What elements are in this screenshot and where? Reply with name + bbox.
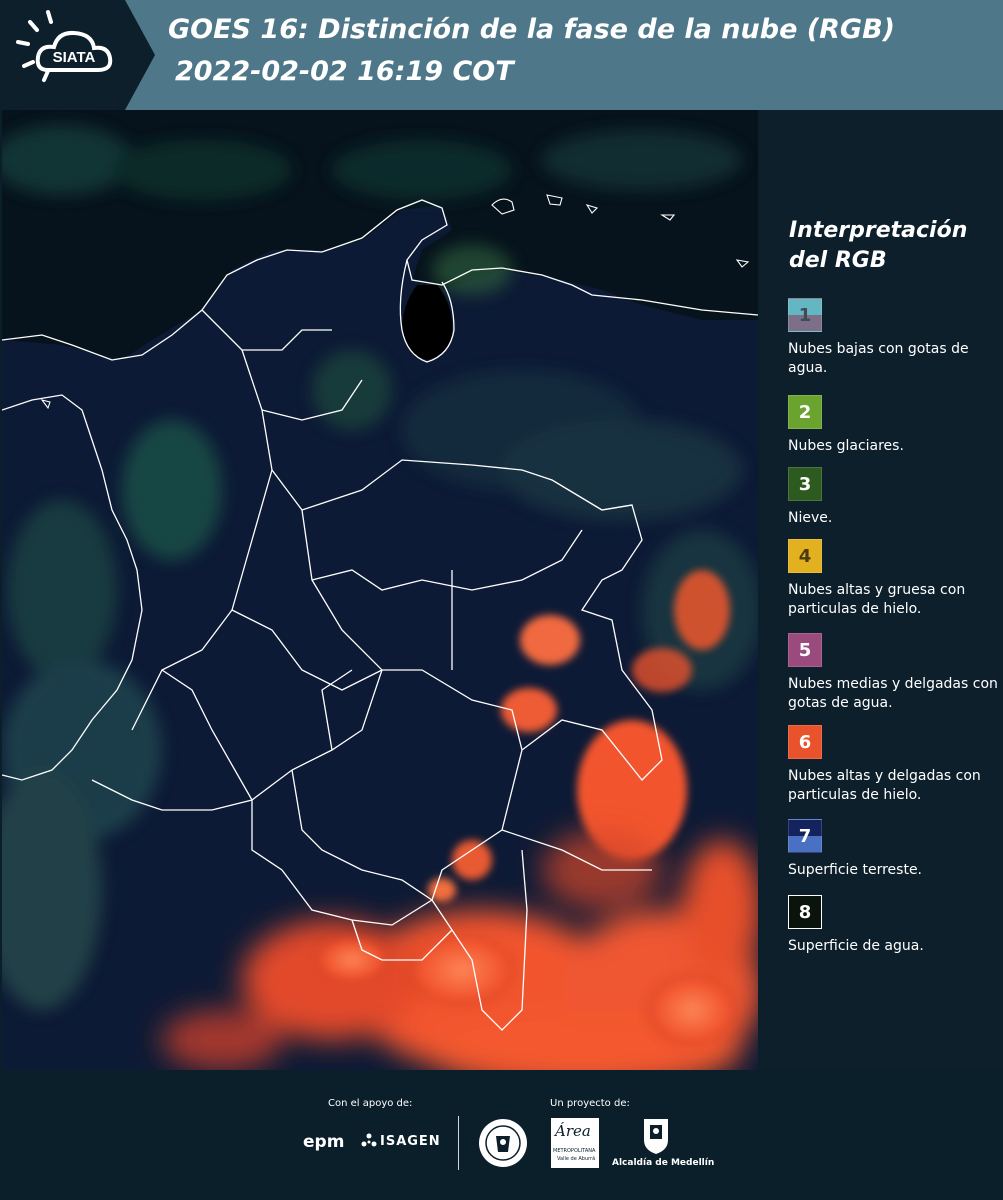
legend-number-7: 7 (798, 826, 812, 847)
legend-number-3: 3 (798, 474, 812, 495)
legend-swatch-2: 2 (788, 395, 822, 429)
legend-label-7: Superficie terreste. (788, 862, 923, 878)
legend-label-8: Superficie de agua. (788, 938, 924, 954)
legend-label-6: Nubes altas y delgadas con particulas de… (788, 768, 981, 803)
satellite-image (2, 110, 758, 1070)
legend-swatch-4: 4 (788, 539, 822, 573)
legend-item-8: 8 Superficie de agua. (788, 895, 1000, 956)
legend-number-4: 4 (798, 546, 812, 567)
legend-item-3: 3 Nieve. (788, 467, 1000, 528)
epm-logo: epm (303, 1132, 345, 1152)
legend-item-4: 4 Nubes altas y gruesa con particulas de… (788, 539, 1000, 619)
area-metropolitana-logo: Área METROPOLITANA Valle de Aburrá (551, 1118, 599, 1168)
siata-logo-text: SIATA (53, 49, 96, 66)
satellite-map[interactable] (2, 110, 758, 1070)
support-caption: Con el apoyo de: (328, 1098, 413, 1109)
legend-swatch-1: 1 (788, 298, 822, 332)
legend-number-1: 1 (798, 305, 812, 326)
area-logo-sub2: Valle de Aburrá (557, 1156, 596, 1162)
legend-item-1: 1 Nubes bajas con gotas de agua. (788, 298, 1000, 378)
page-datetime: 2022-02-02 16:19 COT (175, 56, 514, 87)
legend-item-2: 2 Nubes glaciares. (788, 395, 1000, 456)
area-logo-sub: METROPOLITANA (553, 1148, 596, 1154)
legend-number-6: 6 (798, 732, 812, 753)
legend-number-5: 5 (798, 640, 812, 661)
isagen-icon (360, 1132, 378, 1150)
footer-divider (458, 1116, 459, 1170)
area-logo-text: Área (555, 1122, 591, 1140)
legend-label-1: Nubes bajas con gotas de agua. (788, 341, 969, 376)
legend-number-2: 2 (798, 402, 812, 423)
footer: Con el apoyo de: Un proyecto de: epm ISA… (0, 1070, 1003, 1200)
legend-swatch-5: 5 (788, 633, 822, 667)
legend-panel: Interpretación del RGB 1 Nubes bajas con… (760, 110, 1003, 1070)
legend-item-7: 7 Superficie terreste. (788, 819, 1000, 880)
seal-logo (478, 1118, 528, 1168)
legend-item-6: 6 Nubes altas y delgadas con particulas … (788, 725, 1000, 805)
isagen-logo: ISAGEN (380, 1134, 441, 1149)
legend-swatch-7: 7 (788, 819, 822, 853)
legend-item-5: 5 Nubes medias y delgadas con gotas de a… (788, 633, 1000, 713)
project-caption: Un proyecto de: (550, 1098, 630, 1109)
legend-number-8: 8 (798, 902, 812, 923)
siata-logo: SIATA (0, 0, 160, 110)
alcaldia-shield-icon (641, 1116, 671, 1156)
alcaldia-logo: Alcaldía de Medellín (612, 1158, 715, 1168)
legend-swatch-6: 6 (788, 725, 822, 759)
legend-swatch-8: 8 (788, 895, 822, 929)
legend-label-5: Nubes medias y delgadas con gotas de agu… (788, 676, 998, 711)
legend-title: Interpretación del RGB (789, 218, 968, 273)
legend-label-4: Nubes altas y gruesa con particulas de h… (788, 582, 966, 617)
legend-label-3: Nieve. (788, 510, 833, 526)
header-bar: SIATA GOES 16: Distinción de la fase de … (0, 0, 1003, 110)
page-title: GOES 16: Distinción de la fase de la nub… (168, 14, 895, 45)
legend-swatch-3: 3 (788, 467, 822, 501)
legend-label-2: Nubes glaciares. (788, 438, 904, 454)
